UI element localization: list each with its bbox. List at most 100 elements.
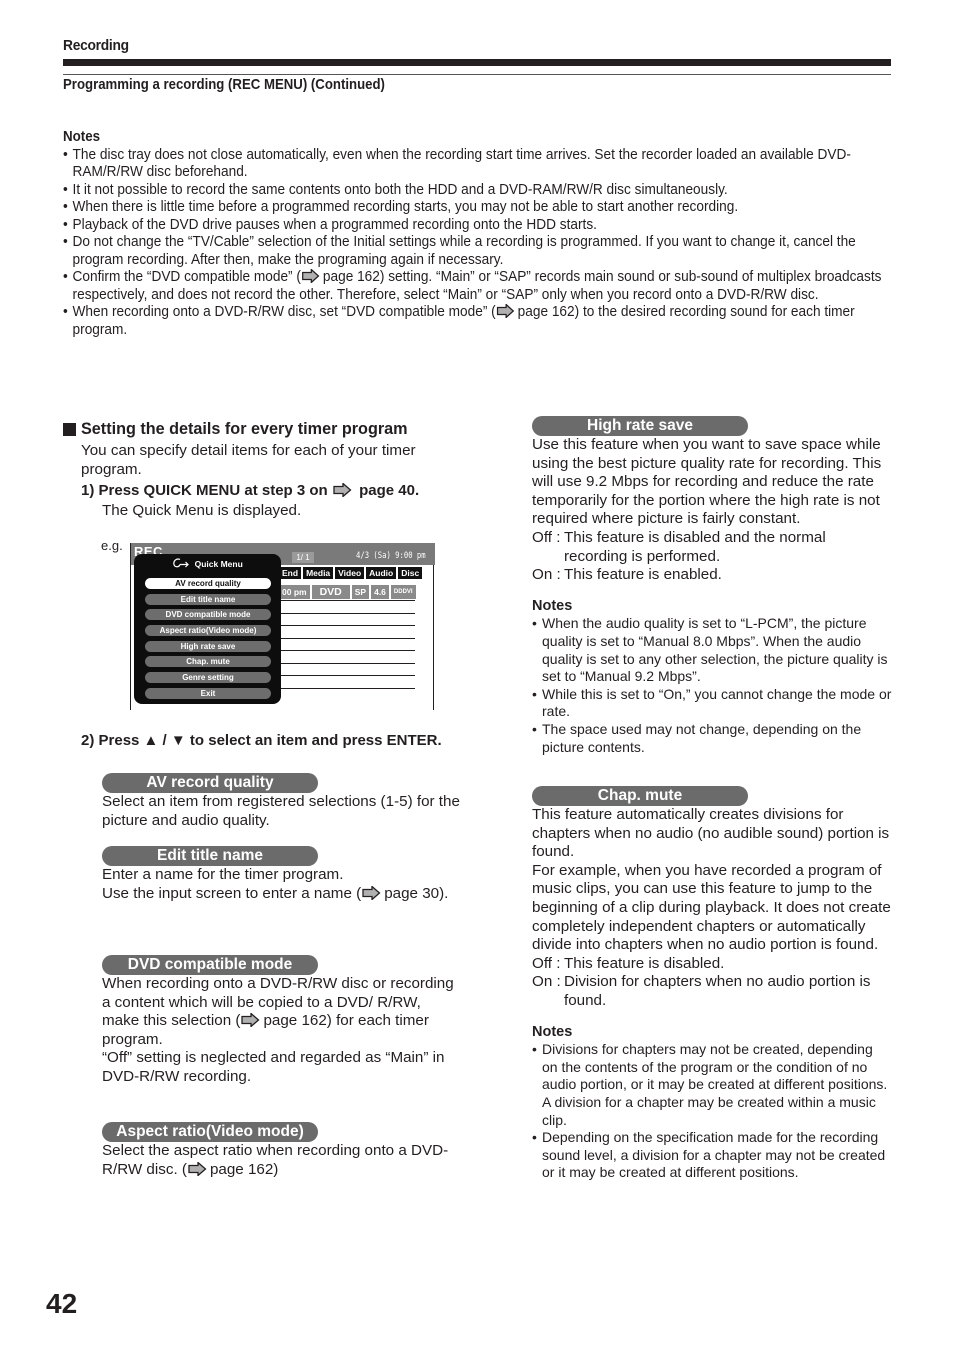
notes-list: When the audio quality is set to “L-PCM”… xyxy=(532,615,892,756)
note-text: Do not change the “TV/Cable” selection o… xyxy=(72,234,856,268)
row-cell: 4.6 xyxy=(371,585,389,599)
notes-heading: Notes xyxy=(63,129,101,145)
note-item: Divisions for chapters may not be create… xyxy=(532,1041,892,1129)
column-header: Disc xyxy=(398,567,423,579)
chap-mute-section: Chap. mute This feature automatically cr… xyxy=(532,786,892,1182)
note-text: The disc tray does not close automatical… xyxy=(72,146,851,181)
quick-menu-item[interactable]: Aspect ratio(Video mode) xyxy=(145,625,271,636)
row-divider xyxy=(281,675,415,676)
on-key: On : xyxy=(532,973,561,991)
note-item: When recording onto a DVD-R/RW disc, set… xyxy=(63,304,894,339)
note-page-ref[interactable]: page 162 xyxy=(518,304,575,320)
left-column: Setting the details for every timer prog… xyxy=(63,420,483,521)
dvd-compatible-mode-label: DVD compatible mode xyxy=(102,955,318,975)
edit-title-name-ref[interactable]: page 30). xyxy=(384,885,448,902)
note-text: It it not possible to record the same co… xyxy=(72,181,728,198)
quick-menu-item[interactable]: High rate save xyxy=(145,641,271,652)
edit-title-name-line2: Use the input screen to enter a name ( pa… xyxy=(102,885,462,904)
note-item: When the audio quality is set to “L-PCM”… xyxy=(532,615,892,685)
table-row: 00 pm DVD SP 4.6 DDDVI xyxy=(279,585,416,599)
row-divider xyxy=(281,688,415,689)
note-text: When recording onto a DVD-R/RW disc, set… xyxy=(72,304,496,320)
column-headers: End Media Video Audio Disc xyxy=(279,567,423,579)
aspect-ratio-label: Aspect ratio(Video mode) xyxy=(102,1122,318,1142)
square-bullet-icon xyxy=(63,423,76,436)
note-item: Depending on the specification made for … xyxy=(532,1129,892,1182)
chap-mute-off-row: Off : This feature is disabled. xyxy=(532,955,892,974)
row-cell: SP xyxy=(351,585,370,599)
on-value: Division for chapters when no audio port… xyxy=(564,973,871,1010)
quick-menu-panel: Quick Menu AV record quality Edit title … xyxy=(134,554,281,704)
note-item: While this is set to “On,” you cannot ch… xyxy=(532,686,892,721)
dvd-compatible-mode-body2: “Off” setting is neglected and regarded … xyxy=(102,1049,445,1085)
row-divider xyxy=(281,663,415,664)
row-divider xyxy=(281,638,415,639)
notes-list: The disc tray does not close automatical… xyxy=(63,147,893,340)
note-item: Do not change the “TV/Cable” selection o… xyxy=(63,234,894,269)
off-value: This feature is disabled and the normal … xyxy=(564,528,826,565)
block-heading: Setting the details for every timer prog… xyxy=(63,420,483,439)
top-notes: Notes The disc tray does not close autom… xyxy=(63,129,893,339)
note-page-ref[interactable]: page 162 xyxy=(323,269,380,285)
chap-mute-body2: For example, when you have recorded a pr… xyxy=(532,861,891,954)
dvd-body-ref[interactable]: page 162 xyxy=(263,1012,326,1029)
quick-menu-item[interactable]: Exit xyxy=(145,688,271,699)
row-divider xyxy=(281,650,415,651)
page-reference-arrow-icon xyxy=(496,304,515,318)
notes-heading: Notes xyxy=(532,1023,573,1040)
note-item: When there is little time before a progr… xyxy=(63,199,894,217)
header-rule xyxy=(63,74,891,75)
quick-menu-screenshot: REC 1/ 1 4/3 (Sa) 9:00 pm End Media Vide… xyxy=(130,543,435,710)
example-label: e.g. xyxy=(101,538,123,553)
step-2: 2) Press ▲ / ▼ to select an item and pre… xyxy=(81,732,442,749)
on-value: This feature is enabled. xyxy=(564,566,722,584)
edit-title-name-text: Use the input screen to enter a name ( xyxy=(102,884,362,902)
high-rate-notes: Notes When the audio quality is set to “… xyxy=(532,598,892,756)
on-key: On : xyxy=(532,566,561,584)
quick-menu-item[interactable]: Genre setting xyxy=(145,672,271,683)
aspect-ratio-body: Select the aspect ratio when recording o… xyxy=(102,1142,464,1179)
page-reference-arrow-icon xyxy=(302,269,320,283)
dvd-compatible-mode-section: DVD compatible mode When recording onto … xyxy=(102,955,460,1087)
note-item: The disc tray does not close automatical… xyxy=(63,147,894,182)
note-item: Confirm the “DVD compatible mode” ( page … xyxy=(63,269,894,304)
note-item: It it not possible to record the same co… xyxy=(63,182,894,200)
off-value: This feature is disabled. xyxy=(564,954,725,972)
chap-mute-on-row: On : Division for chapters when no audio… xyxy=(532,973,892,1010)
quick-menu-item[interactable]: Chap. mute xyxy=(145,656,271,667)
off-key: Off : xyxy=(532,954,561,972)
off-key: Off : xyxy=(532,528,561,546)
high-rate-off-row: Off : This feature is disabled and the n… xyxy=(532,529,892,566)
note-text: Confirm the “DVD compatible mode” ( xyxy=(72,269,301,285)
quick-menu-title: Quick Menu xyxy=(134,558,281,569)
section-title: Recording xyxy=(63,37,129,54)
notes-heading: Notes xyxy=(532,597,573,614)
row-cell: DVD xyxy=(311,585,350,599)
quick-menu-item[interactable]: AV record quality xyxy=(145,578,271,589)
note-text: Playback of the DVD drive pauses when a … xyxy=(72,216,597,233)
high-rate-on-row: On : This feature is enabled. xyxy=(532,566,892,585)
edit-title-name-section: Edit title name Enter a name for the tim… xyxy=(102,846,462,903)
column-header: End xyxy=(279,567,302,579)
step-1-note: The Quick Menu is displayed. xyxy=(102,502,302,520)
av-record-quality-label: AV record quality xyxy=(102,773,318,793)
high-rate-save-label: High rate save xyxy=(532,416,748,436)
intro-text: You can specify detail items for each of… xyxy=(81,442,416,478)
av-record-quality-body: Select an item from registered selection… xyxy=(102,793,460,829)
right-column: High rate save Use this feature when you… xyxy=(532,416,892,1182)
av-record-quality-section: AV record quality Select an item from re… xyxy=(102,773,462,830)
aspect-ratio-section: Aspect ratio(Video mode) Select the aspe… xyxy=(102,1122,464,1179)
row-divider xyxy=(281,613,415,614)
quick-menu-item[interactable]: Edit title name xyxy=(145,594,271,605)
page-subtitle: Programming a recording (REC MENU) (Cont… xyxy=(63,76,385,93)
step-1-text: 1) Press QUICK MENU at step 3 on xyxy=(81,482,328,500)
quick-menu-item[interactable]: DVD compatible mode xyxy=(145,609,271,620)
column-header: Audio xyxy=(366,567,397,579)
step-1-ref[interactable]: page 40. xyxy=(359,482,419,499)
edit-title-name-line1: Enter a name for the timer program. xyxy=(102,866,344,883)
edit-title-name-label: Edit title name xyxy=(102,846,318,866)
header-bar xyxy=(63,59,891,66)
aspect-body-ref[interactable]: page 162) xyxy=(210,1161,278,1178)
row-cell: DDDVI xyxy=(390,585,416,599)
row-divider xyxy=(281,625,415,626)
